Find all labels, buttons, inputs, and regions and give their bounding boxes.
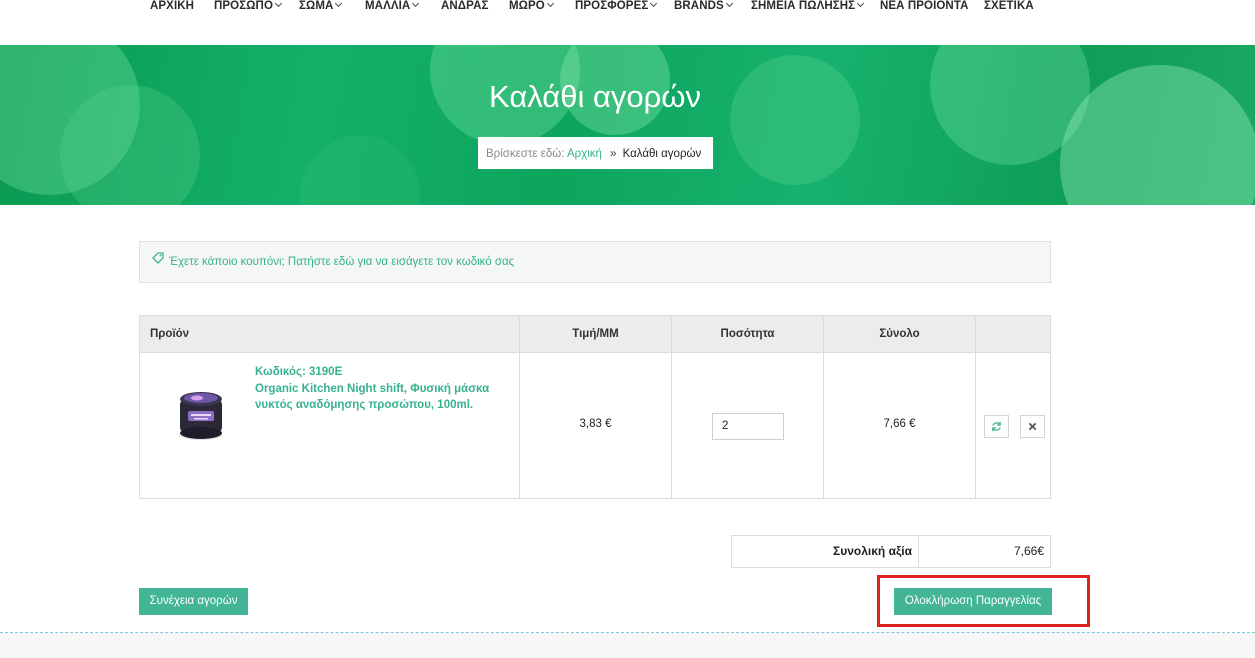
refresh-icon <box>991 419 1002 433</box>
chevron-down-icon <box>725 0 733 8</box>
breadcrumb-separator: » <box>609 146 617 160</box>
header-total: Σύνολο <box>879 328 920 340</box>
product-info: Κωδικός: 3190E Organic Kitchen Night shi… <box>255 364 520 414</box>
nav-item-face[interactable]: ΠΡΟΣΩΠΟ <box>214 0 283 13</box>
nav-item-hair[interactable]: ΜΑΛΛΙΑ <box>365 0 420 13</box>
close-icon <box>1028 419 1037 433</box>
main-nav: ΑΡΧΙΚΗ ΠΡΟΣΩΠΟ ΣΩΜΑ ΜΑΛΛΙΑ ΑΝΔΡΑΣ ΜΩΡΟ Π… <box>0 0 1255 45</box>
line-total: 7,66 € <box>883 418 916 430</box>
nav-label: ΜΑΛΛΙΑ <box>365 0 411 12</box>
nav-label: ΣΩΜΑ <box>299 0 334 12</box>
cart-table-header: Προϊόν Τιμή/ΜΜ Ποσότητα Σύνολο <box>140 316 1050 353</box>
breadcrumb-prefix: Βρίσκεστε εδώ: <box>486 148 565 160</box>
breadcrumb-current: Καλάθι αγορών <box>622 148 702 160</box>
nav-label: ΑΡΧΙΚΗ <box>150 0 195 12</box>
nav-label: ΜΩΡΟ <box>509 0 545 12</box>
remove-item-button[interactable] <box>1020 415 1045 438</box>
chevron-down-icon <box>857 0 865 8</box>
quantity-input[interactable]: 2 <box>712 413 784 440</box>
chevron-down-icon <box>650 0 658 8</box>
cart-table: Προϊόν Τιμή/ΜΜ Ποσότητα Σύνολο Κωδικός: … <box>139 315 1051 499</box>
nav-label: ΑΝΔΡΑΣ <box>441 0 489 12</box>
chevron-down-icon <box>335 0 343 8</box>
nav-label: ΣΗΜΕΙΑ ΠΩΛΗΣΗΣ <box>751 0 856 12</box>
product-name-link[interactable]: Organic Kitchen Night shift, Φυσική μάσκ… <box>255 381 520 414</box>
nav-item-about[interactable]: ΣΧΕΤΙΚΑ <box>984 0 1034 13</box>
tag-icon <box>152 241 164 281</box>
nav-label: ΝΕΑ ΠΡΟΙΟΝΤΑ <box>880 0 969 12</box>
column-divider <box>823 316 824 498</box>
header-quantity: Ποσότητα <box>720 328 775 340</box>
coupon-link-text[interactable]: Έχετε κάποιο κουπόνι; Πατήστε εδώ για να… <box>169 256 514 268</box>
column-divider <box>975 316 976 498</box>
chevron-down-icon <box>412 0 420 8</box>
checkout-highlight-box <box>877 575 1090 627</box>
chevron-down-icon <box>274 0 283 8</box>
nav-item-men[interactable]: ΑΝΔΡΑΣ <box>441 0 489 13</box>
page-title: Καλάθι αγορών <box>489 79 701 114</box>
cart-total-value: 7,66€ <box>1013 544 1044 558</box>
banner-bokeh <box>730 55 860 185</box>
product-code-link[interactable]: Κωδικός: 3190E <box>255 364 520 381</box>
nav-label: ΣΧΕΤΙΚΑ <box>984 0 1034 12</box>
coupon-notice[interactable]: Έχετε κάποιο κουπόνι; Πατήστε εδώ για να… <box>139 241 1051 283</box>
nav-item-new-products[interactable]: ΝΕΑ ΠΡΟΙΟΝΤΑ <box>880 0 969 13</box>
breadcrumb-home-link[interactable]: Αρχική <box>567 148 602 160</box>
nav-item-baby[interactable]: ΜΩΡΟ <box>509 0 554 13</box>
continue-shopping-button[interactable]: Συνέχεια αγορών <box>139 588 248 615</box>
cart-total: Συνολική αξία 7,66€ <box>731 535 1051 568</box>
nav-item-stores[interactable]: ΣΗΜΕΙΑ ΠΩΛΗΣΗΣ <box>751 0 865 13</box>
footer <box>0 633 1255 658</box>
header-unit-price: Τιμή/ΜΜ <box>572 328 619 340</box>
column-divider <box>671 316 672 498</box>
product-image[interactable] <box>174 383 228 443</box>
header-product: Προϊόν <box>150 328 190 340</box>
unit-price: 3,83 € <box>579 418 612 430</box>
chevron-down-icon <box>546 0 554 8</box>
breadcrumb: Βρίσκεστε εδώ: Αρχική » Καλάθι αγορών <box>478 137 713 169</box>
update-cart-button[interactable] <box>984 415 1009 438</box>
cart-total-label: Συνολική αξία <box>732 536 919 567</box>
page-banner: Καλάθι αγορών Βρίσκεστε εδώ: Αρχική » Καλά… <box>0 45 1255 205</box>
nav-label: ΠΡΟΣΦΟΡΕΣ <box>575 0 649 12</box>
nav-label: ΠΡΟΣΩΠΟ <box>214 0 273 12</box>
nav-item-offers[interactable]: ΠΡΟΣΦΟΡΕΣ <box>575 0 658 13</box>
nav-item-brands[interactable]: BRANDS <box>674 0 733 13</box>
banner-bokeh <box>300 135 420 205</box>
nav-label: BRANDS <box>674 0 724 12</box>
nav-item-body[interactable]: ΣΩΜΑ <box>299 0 343 13</box>
nav-item-home[interactable]: ΑΡΧΙΚΗ <box>150 0 194 13</box>
